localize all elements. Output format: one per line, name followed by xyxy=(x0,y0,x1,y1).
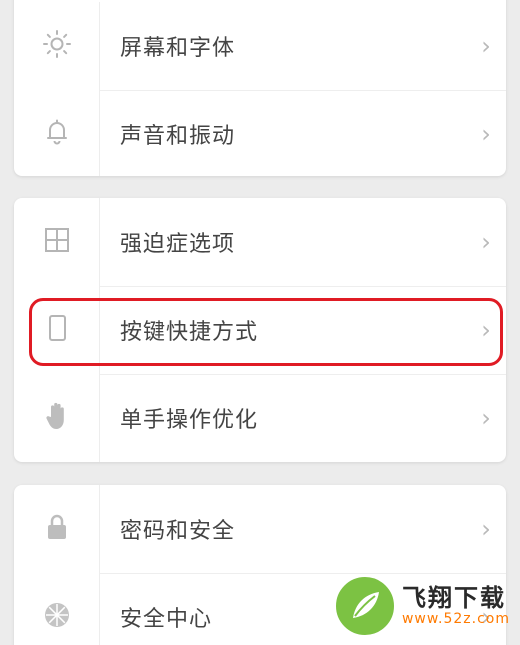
settings-item-display-font[interactable]: 屏幕和字体 › xyxy=(14,2,506,90)
settings-item-label: 密码和安全 xyxy=(120,519,236,544)
chevron-right-icon: › xyxy=(481,316,491,344)
settings-item-label: 声音和振动 xyxy=(120,124,236,149)
settings-group-options: 强迫症选项 › 按键快捷方式 › 单手操作优化 › xyxy=(14,198,506,462)
chevron-right-icon: › xyxy=(481,32,491,60)
settings-item-label: 按键快捷方式 xyxy=(120,320,259,345)
settings-screen: 屏幕和字体 › 声音和振动 › 强迫症选项 › 按键快捷方式 › 单手操作优化 … xyxy=(0,0,520,645)
chevron-right-icon: › xyxy=(481,515,491,543)
settings-item-sound-vibration[interactable]: 声音和振动 › xyxy=(14,90,506,176)
settings-item-password-security[interactable]: 密码和安全 › xyxy=(14,485,506,573)
settings-item-label: 屏幕和字体 xyxy=(120,36,236,61)
settings-item-button-shortcuts[interactable]: 按键快捷方式 › xyxy=(14,286,506,374)
watermark: 飞翔下载 www.52z.com xyxy=(333,575,510,637)
grid-icon xyxy=(42,225,72,259)
watermark-url: www.52z.com xyxy=(401,611,510,627)
settings-item-one-hand-mode[interactable]: 单手操作优化 › xyxy=(14,374,506,462)
chevron-right-icon: › xyxy=(481,404,491,432)
chevron-right-icon: › xyxy=(481,228,491,256)
settings-item-label: 单手操作优化 xyxy=(120,408,259,433)
bell-icon xyxy=(42,117,72,151)
sun-icon xyxy=(42,29,72,63)
lock-icon xyxy=(42,511,72,547)
settings-group-display-sound: 屏幕和字体 › 声音和振动 › xyxy=(14,0,506,176)
shield-badge-icon xyxy=(42,600,72,634)
phone-icon xyxy=(42,313,72,347)
hand-icon xyxy=(42,400,72,436)
watermark-title: 飞翔下载 xyxy=(401,584,506,612)
settings-item-ocd-options[interactable]: 强迫症选项 › xyxy=(14,198,506,286)
chevron-right-icon: › xyxy=(481,120,491,148)
settings-item-label: 强迫症选项 xyxy=(120,232,236,257)
leaf-logo-icon xyxy=(333,575,396,637)
